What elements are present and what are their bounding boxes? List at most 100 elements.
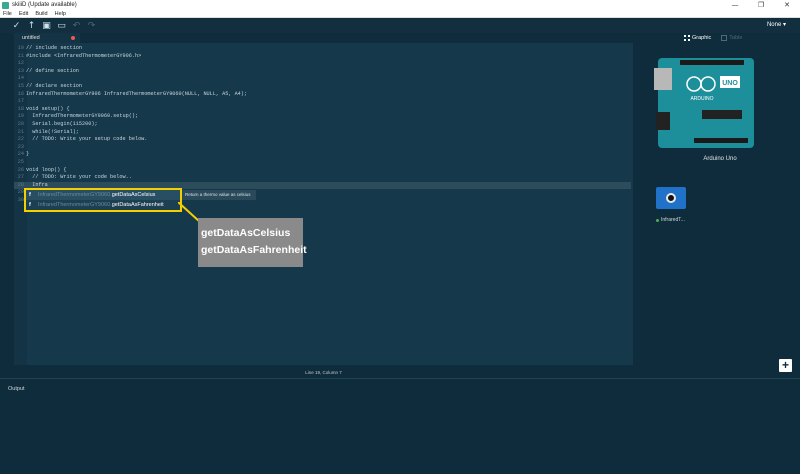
code-text: void loop() { [26,166,67,173]
window-title: skiiiD (Update available) [12,2,77,8]
code-line[interactable]: 25 [14,159,633,167]
autocomplete-tooltip: Return a thermo value as celsius [182,190,256,200]
line-number: 27 [17,174,24,181]
code-line[interactable]: 27 // TODO: Write your code below.. [14,174,633,182]
editor-tab-bar: untitled [0,33,640,43]
redo-icon[interactable]: ↷ [85,19,98,32]
code-line[interactable]: 14 [14,75,633,83]
autocomplete-item-getdataasfahrenheit[interactable]: f InfraredThermometerGY9060. getDataAsFa… [26,200,180,210]
menu-edit[interactable]: Edit [19,11,28,18]
code-text: Serial.begin(115200); [26,121,98,127]
open-folder-icon[interactable]: ▭ [55,19,68,32]
code-text: while(!Serial); [26,128,79,135]
line-number: 26 [17,166,24,173]
line-number: 15 [17,83,24,89]
sensor-lens-icon [666,193,676,203]
tab-graphic[interactable]: Graphic [684,35,711,41]
board-select-dropdown[interactable]: None ▾ [767,21,786,28]
undo-icon[interactable]: ↶ [70,19,83,32]
output-label: Output [8,386,25,392]
board-name: Arduino Uno [703,156,737,162]
code-text: // include section [26,45,83,51]
code-text: #include <InfraredThermometerGY906.h> [26,52,142,59]
code-line[interactable]: 15// declare section [14,83,633,91]
autocomplete-namespace: InfraredThermometerGY9060. [38,202,112,208]
code-line[interactable]: 18 void setup() { [14,106,633,114]
line-number: 21 [17,128,24,135]
verify-check-icon[interactable]: ✓ [10,19,23,32]
code-line[interactable]: 11 #include <InfraredThermometerGY906.h> [14,53,633,61]
function-icon: f [29,192,31,198]
line-number: 25 [17,159,24,165]
close-button[interactable]: ✕ [774,0,800,11]
code-line[interactable]: 24} [14,151,633,159]
table-icon [721,35,728,41]
code-line[interactable]: 10// include section [14,45,633,53]
title-bar: skiiiD (Update available) — ❐ ✕ [0,0,800,11]
line-number: 17 [17,98,24,105]
autocomplete-item-getdataascelsius[interactable]: f InfraredThermometerGY9060. getDataAsCe… [26,190,180,200]
module-label: InfraredT... [656,217,685,223]
line-number: 11 [17,52,24,59]
code-line[interactable]: 12 [14,60,633,68]
menu-help[interactable]: Help [55,11,66,18]
code-line[interactable]: 16 InfraredThermometerGY906 InfraredTherm… [14,91,633,99]
menu-build[interactable]: Build [35,11,47,18]
menu-bar: File Edit Build Help [0,11,800,18]
minimize-button[interactable]: — [722,0,748,11]
infrared-sensor-module[interactable] [656,187,686,209]
code-line[interactable]: 21 while(!Serial); [14,129,633,137]
maximize-button[interactable]: ❐ [748,0,774,11]
grid-icon [684,35,690,41]
unsaved-dot-icon [71,36,75,40]
code-line[interactable]: 19 InfraredThermometerGY9060.setup(); [14,113,633,121]
code-text: // TODO: Write your setup code below. [26,136,148,143]
upload-arrow-icon[interactable]: ↑ [25,19,38,32]
code-text: Infra [26,181,48,188]
autocomplete-popup: f InfraredThermometerGY9060. getDataAsCe… [24,188,182,212]
tab-table[interactable]: Table [721,35,742,41]
menu-file[interactable]: File [3,11,12,18]
app-logo-icon [2,2,9,9]
code-text: // declare section [26,83,83,89]
code-line[interactable]: 20 Serial.begin(115200); [14,121,633,129]
line-number: 22 [17,136,24,143]
autocomplete-namespace: InfraredThermometerGY9060. [38,192,112,198]
code-text: // TODO: Write your code below.. [26,174,132,181]
annotation-callout: getDataAsCelsius getDataAsFahrenheit [198,218,307,267]
code-line[interactable]: 13// define section [14,68,633,76]
tab-untitled[interactable]: untitled [14,33,80,43]
board-model-label: UNO [722,80,738,87]
code-line[interactable]: 17 [14,98,633,106]
line-number: 23 [17,143,24,150]
tab-table-label: Table [729,35,743,41]
line-number: 13 [17,67,24,74]
status-dot-icon [656,218,659,222]
line-number: 19 [17,113,24,120]
add-module-button[interactable]: + [779,359,792,372]
code-line[interactable]: 22 // TODO: Write your setup code below. [14,136,633,144]
line-number: 12 [17,60,24,67]
code-text: InfraredThermometerGY906 InfraredThermom… [26,90,248,97]
line-number: 14 [17,75,24,82]
function-icon: f [29,202,31,208]
callout-line-2: getDataAsFahrenheit [201,244,307,256]
code-text: } [26,151,30,158]
code-text: // define section [26,67,79,74]
view-tabs: Graphic Table [684,33,752,43]
hardware-panel: Graphic Table UNO ARDUINO Arduino Uno In… [640,33,800,378]
line-number: 16 [17,90,24,97]
save-icon[interactable]: ▣ [40,19,53,32]
code-text: InfraredThermometerGY9060.setup(); [26,113,139,120]
arduino-board-image[interactable]: UNO ARDUINO [654,52,756,150]
toolbar: ✓ ↑ ▣ ▭ ↶ ↷ None ▾ [0,18,800,33]
tab-graphic-label: Graphic [692,35,712,41]
code-line[interactable]: 26 void loop() { [14,167,633,175]
autocomplete-method: getDataAsCelsius [111,192,156,198]
output-panel: Output [0,378,800,474]
line-number: 20 [17,121,24,127]
board-brand-label: ARDUINO [690,96,713,102]
callout-line-1: getDataAsCelsius [201,227,291,239]
line-number: 18 [17,105,24,112]
code-line[interactable]: 23 [14,144,633,152]
